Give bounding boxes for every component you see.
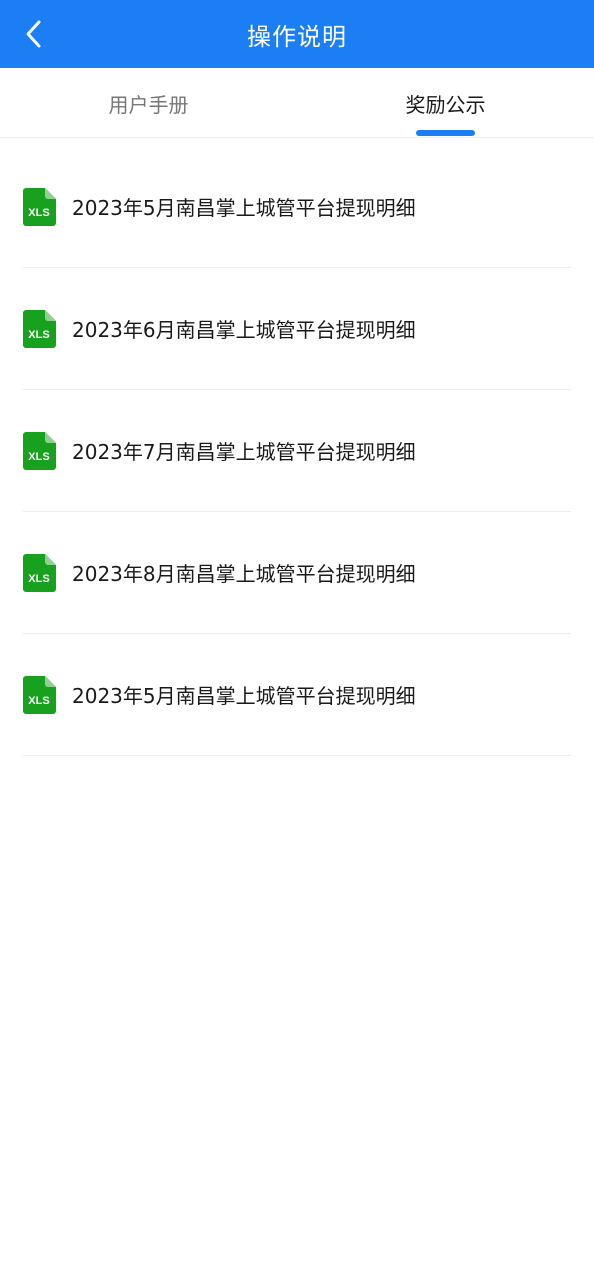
tab-user-manual[interactable]: 用户手册 bbox=[0, 68, 297, 138]
tab-bar: 用户手册 奖励公示 bbox=[0, 68, 594, 138]
list-item[interactable]: XLS 2023年8月南昌掌上城管平台提现明细 bbox=[23, 512, 571, 634]
xls-file-icon: XLS bbox=[23, 553, 56, 592]
xls-icon-label: XLS bbox=[28, 451, 49, 463]
list-item[interactable]: XLS 2023年5月南昌掌上城管平台提现明细 bbox=[23, 634, 571, 756]
xls-icon-label: XLS bbox=[28, 573, 49, 585]
list-item-title: 2023年5月南昌掌上城管平台提现明细 bbox=[72, 684, 416, 708]
back-button[interactable] bbox=[14, 14, 54, 54]
top-app-bar: 操作说明 bbox=[0, 0, 594, 68]
xls-file-icon: XLS bbox=[23, 675, 56, 714]
tab-reward-announcement-label: 奖励公示 bbox=[405, 92, 486, 117]
list-item-title: 2023年5月南昌掌上城管平台提现明细 bbox=[72, 196, 416, 220]
page-title: 操作说明 bbox=[247, 22, 347, 51]
list-item[interactable]: XLS 2023年7月南昌掌上城管平台提现明细 bbox=[23, 390, 571, 512]
xls-file-icon: XLS bbox=[23, 187, 56, 226]
list-item-title: 2023年6月南昌掌上城管平台提现明细 bbox=[72, 318, 416, 342]
xls-icon-label: XLS bbox=[28, 695, 49, 707]
file-list: XLS 2023年5月南昌掌上城管平台提现明细 XLS 2023年6月南昌掌上城… bbox=[23, 146, 571, 756]
xls-icon-label: XLS bbox=[28, 329, 49, 341]
chevron-left-icon bbox=[26, 20, 41, 48]
list-item-title: 2023年7月南昌掌上城管平台提现明细 bbox=[72, 440, 416, 464]
xls-file-icon: XLS bbox=[23, 309, 56, 348]
list-item[interactable]: XLS 2023年5月南昌掌上城管平台提现明细 bbox=[23, 146, 571, 268]
tab-user-manual-label: 用户手册 bbox=[108, 92, 189, 117]
active-tab-indicator bbox=[416, 130, 475, 136]
list-item[interactable]: XLS 2023年6月南昌掌上城管平台提现明细 bbox=[23, 268, 571, 390]
tab-reward-announcement[interactable]: 奖励公示 bbox=[297, 68, 594, 138]
xls-file-icon: XLS bbox=[23, 431, 56, 470]
list-item-title: 2023年8月南昌掌上城管平台提现明细 bbox=[72, 562, 416, 586]
xls-icon-label: XLS bbox=[28, 207, 49, 219]
